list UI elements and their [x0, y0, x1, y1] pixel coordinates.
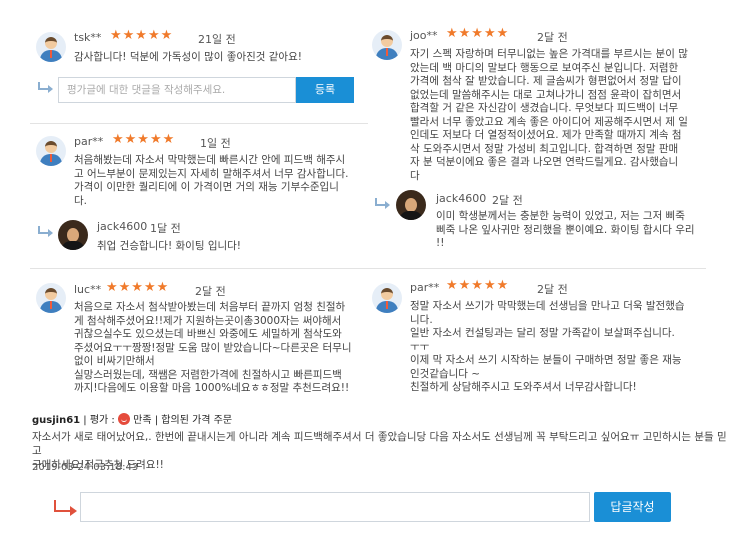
review-time: 2달 전 — [195, 285, 226, 298]
rating-label: | 평가 : — [80, 415, 118, 426]
reply-time: 2달 전 — [492, 194, 523, 207]
review-text: 처음으로 자소서 첨삭받아봤는데 처음부터 끝까지 엄청 친절하 게 첨삭해주셨… — [74, 301, 352, 394]
review-username: par** — [74, 135, 104, 148]
reply-username: jack4600 — [97, 220, 148, 233]
review-username: par** — [410, 281, 440, 294]
star-rating: ★★★★★ — [112, 132, 176, 147]
seller-avatar — [396, 190, 426, 220]
avatar — [372, 30, 402, 60]
reply-arrow-icon — [375, 198, 390, 209]
reply-submit-button[interactable]: 등록 — [296, 77, 354, 103]
satisfaction-icon — [117, 413, 130, 425]
star-rating: ★★★★★ — [446, 26, 510, 41]
review-username: luc** — [74, 283, 102, 296]
answer-input-box[interactable] — [80, 492, 590, 522]
review-text: 자기 스펙 자랑하며 터무니없는 높은 가격대를 부르시는 분이 많 았는데 백… — [410, 48, 688, 182]
review-text: 정말 자소서 쓰기가 막막했는데 선생님을 만나고 더욱 발전했습 니다. 일반… — [410, 300, 685, 393]
answer-input[interactable] — [81, 493, 589, 521]
star-rating: ★★★★★ — [106, 280, 170, 295]
reply-time: 1달 전 — [150, 222, 181, 235]
divider — [368, 268, 706, 269]
review-text: 감사합니다! 덕분에 가독성이 많이 좋아진것 같아요! — [74, 51, 302, 63]
reply-username: jack4600 — [436, 192, 487, 205]
avatar — [36, 32, 66, 62]
review-time: 21일 전 — [198, 33, 236, 46]
buyer-username: gusjin61 — [32, 415, 81, 426]
satisfaction-label: 만족 — [133, 415, 152, 426]
review-time: 2달 전 — [537, 283, 568, 296]
order-type: | 합의된 가격 주문 — [151, 415, 233, 426]
reply-text: 이미 학생분께서는 충분한 능력이 있었고, 저는 그저 삐죽 삐죽 나온 잎사… — [436, 210, 695, 249]
buyer-meta: gusjin61 | 평가 : 만족 | 합의된 가격 주문 — [32, 411, 232, 426]
answer-submit-button[interactable]: 답글작성 — [594, 492, 671, 522]
reply-arrow-icon — [38, 82, 53, 93]
review-time: 1일 전 — [200, 137, 231, 150]
divider — [30, 123, 368, 124]
star-rating: ★★★★★ — [110, 28, 174, 43]
avatar — [36, 283, 66, 313]
reply-text: 취업 건승합니다! 화이팅 입니다! — [97, 240, 242, 252]
divider — [30, 268, 368, 269]
star-rating: ★★★★★ — [446, 278, 510, 293]
review-username: tsk** — [74, 31, 102, 44]
reply-arrow-icon — [54, 500, 77, 516]
review-text: 처음해봤는데 자소서 막막했는데 빠른시간 안에 피드백 해주시 고 어느부분이… — [74, 154, 349, 207]
review-time: 2달 전 — [537, 31, 568, 44]
reply-input-box[interactable] — [58, 77, 296, 103]
review-username: joo** — [410, 29, 438, 42]
seller-avatar — [58, 220, 88, 250]
avatar — [36, 136, 66, 166]
avatar — [372, 283, 402, 313]
buyer-review-date: 2019-03-24 03:18:43 — [32, 462, 139, 473]
reply-input[interactable] — [59, 78, 295, 102]
reply-arrow-icon — [38, 226, 53, 237]
